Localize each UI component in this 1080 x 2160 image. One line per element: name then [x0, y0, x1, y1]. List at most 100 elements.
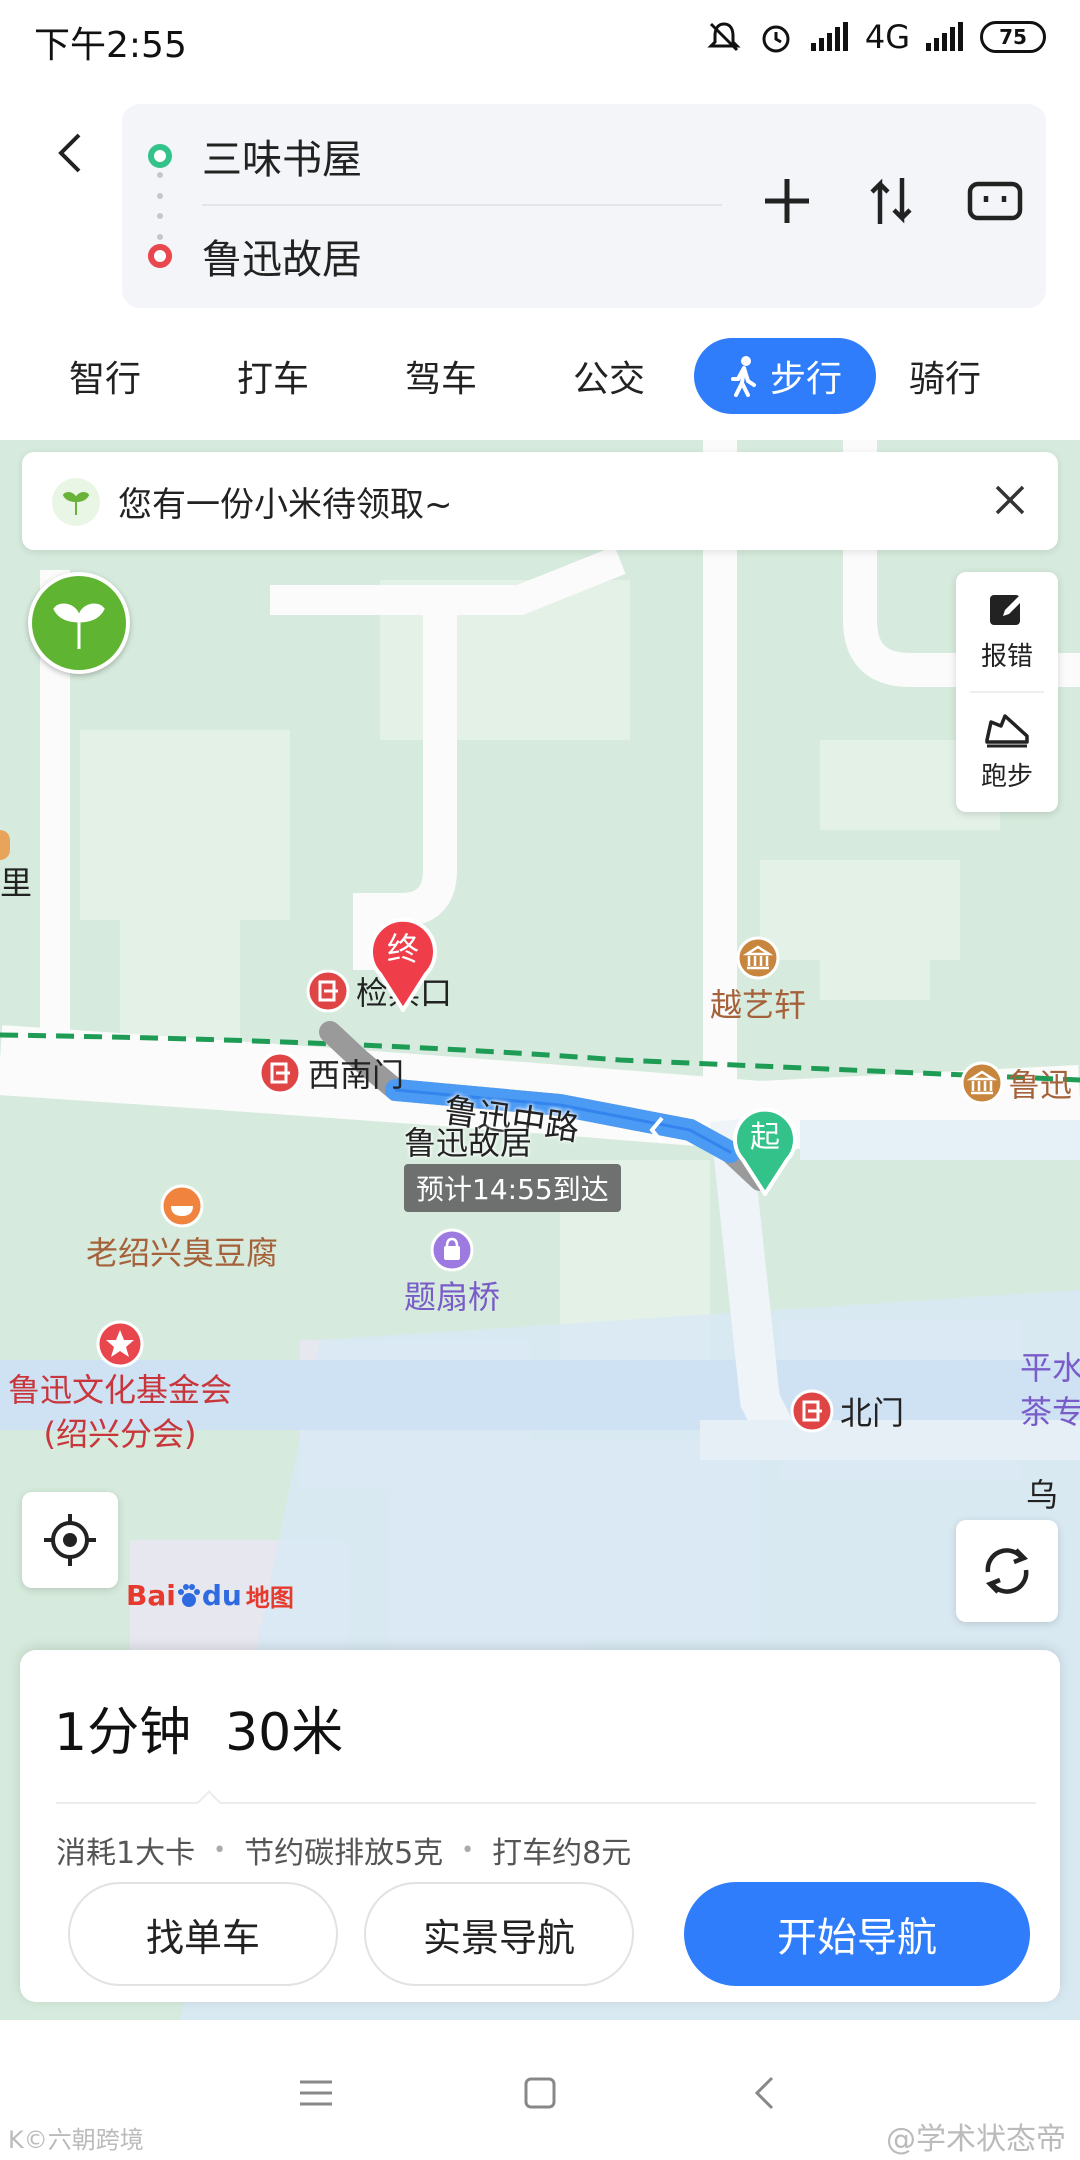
- shoe-icon: [985, 713, 1029, 747]
- poi-wu[interactable]: 乌: [1026, 1470, 1058, 1516]
- run-button[interactable]: 跑步: [956, 692, 1058, 810]
- tab-smart[interactable]: 智行: [40, 338, 170, 414]
- locate-button[interactable]: [22, 1492, 118, 1588]
- start-pin[interactable]: 起: [730, 1100, 800, 1200]
- tab-walk[interactable]: 步行: [694, 338, 876, 414]
- green-sprout-button[interactable]: [28, 572, 130, 674]
- poi-north-gate[interactable]: 北门: [790, 1388, 904, 1434]
- baidu-map-logo: Bai du 地图: [126, 1579, 294, 1612]
- destination-map-label: 鲁迅故居: [404, 1124, 533, 1162]
- route-header: 三味书屋 鲁迅故居 智行 打车 驾车 公交 步行 骑行: [0, 78, 1080, 440]
- crosshair-icon: [44, 1514, 96, 1566]
- gate-icon: [306, 969, 350, 1013]
- poi-luxun-right[interactable]: 鲁迅: [960, 1060, 1072, 1106]
- route-distance: 30米: [225, 1703, 344, 1763]
- back-button[interactable]: [40, 118, 100, 188]
- sprout-icon-large: [53, 603, 105, 649]
- back-arrow-icon: [58, 133, 81, 173]
- menu-icon: [300, 2080, 332, 2106]
- add-waypoint-button[interactable]: [752, 166, 822, 236]
- tab-drive[interactable]: 驾车: [376, 338, 506, 414]
- star-icon: [96, 1320, 144, 1368]
- route-actions: [752, 166, 1030, 236]
- tab-bus[interactable]: 公交: [544, 338, 674, 414]
- start-pin-label: 起: [750, 1120, 780, 1155]
- map-side-tools: 报错 跑步: [956, 572, 1058, 812]
- route-stats: 消耗1大卡 • 节约碳排放5克 • 打车约8元: [56, 1828, 631, 1872]
- eta-label: 预计14:55到达: [404, 1164, 621, 1212]
- poi-li[interactable]: 里: [0, 858, 32, 904]
- route-summary: 1分钟 30米: [54, 1690, 343, 1765]
- back-nav-icon: [754, 2076, 774, 2110]
- promo-text: 您有一份小米待领取~: [118, 484, 453, 525]
- end-pin-label: 终: [386, 930, 419, 968]
- route-summary-card: 1分钟 30米 消耗1大卡 • 节约碳排放5克 • 打车约8元 找单车 实景导航…: [20, 1650, 1060, 2002]
- promo-close-button[interactable]: [984, 474, 1036, 526]
- poi-stinky-tofu[interactable]: 老绍兴臭豆腐: [86, 1184, 278, 1274]
- stats-separator: •: [461, 1837, 475, 1863]
- start-dot-icon: [148, 144, 172, 168]
- walk-icon: [730, 356, 756, 397]
- swap-route-button[interactable]: [856, 166, 926, 236]
- tab-walk-label: 步行: [769, 359, 842, 400]
- report-error-button[interactable]: 报错: [956, 572, 1058, 690]
- more-options-button[interactable]: [960, 166, 1030, 236]
- mute-icon: [707, 22, 741, 52]
- home-nav-button[interactable]: [500, 2058, 580, 2128]
- poi-southwest-gate[interactable]: 西南门: [258, 1050, 404, 1096]
- home-square-icon: [524, 2077, 556, 2109]
- menu-nav-button[interactable]: [276, 2058, 356, 2128]
- edit-icon: [990, 594, 1023, 625]
- card-icon: [967, 181, 1023, 221]
- status-time: 下午2:55: [34, 25, 187, 66]
- battery-icon: 75: [980, 21, 1046, 53]
- start-navigation-button[interactable]: 开始导航: [684, 1882, 1030, 1986]
- taxi-fare-text: 打车约8元: [492, 1836, 632, 1871]
- back-nav-button[interactable]: [724, 2058, 804, 2128]
- watermark-left: K©六朝跨境: [8, 2126, 144, 2154]
- end-location-field[interactable]: 鲁迅故居: [122, 208, 722, 304]
- close-icon: [995, 485, 1025, 515]
- ar-navigation-button[interactable]: 实景导航: [364, 1882, 634, 1986]
- end-pin[interactable]: 终: [366, 912, 440, 1016]
- travel-mode-tabs: 智行 打车 驾车 公交 步行 骑行: [0, 330, 1080, 420]
- report-error-label: 报错: [980, 641, 1033, 672]
- tab-bike[interactable]: 骑行: [880, 338, 1010, 414]
- shopping-icon: [430, 1228, 474, 1272]
- network-label: 4G: [864, 18, 910, 56]
- promo-banner[interactable]: 您有一份小米待领取~: [22, 452, 1058, 550]
- status-icons: 4G 75: [705, 18, 1046, 56]
- action-buttons: 找单车 实景导航 开始导航: [68, 1882, 1030, 1986]
- route-duration: 1分钟: [54, 1703, 192, 1763]
- poi-yueyixuan[interactable]: 越艺轩: [710, 936, 806, 1026]
- card-notch: [196, 1790, 222, 1816]
- calories-text: 消耗1大卡: [56, 1836, 196, 1871]
- plus-icon: [765, 179, 809, 223]
- museum-icon: [736, 936, 780, 980]
- poi-tishanqiao[interactable]: 题扇桥: [404, 1228, 500, 1318]
- gate-icon: [790, 1389, 834, 1433]
- refresh-route-button[interactable]: [956, 1520, 1058, 1622]
- poi-pingshui-tea[interactable]: 平水 茶专: [1020, 1346, 1080, 1434]
- gate-icon: [258, 1051, 302, 1095]
- museum-icon: [960, 1061, 1004, 1105]
- carbon-text: 节约碳排放5克: [244, 1836, 444, 1871]
- signal-icon-2: [926, 22, 963, 51]
- watermark-right: @学术状态帝: [886, 2122, 1066, 2157]
- tab-taxi[interactable]: 打车: [208, 338, 338, 414]
- start-location-field[interactable]: 三味书屋: [122, 108, 722, 204]
- refresh-icon: [985, 1548, 1029, 1594]
- route-divider: [202, 204, 722, 206]
- start-location-text: 三味书屋: [202, 137, 362, 183]
- find-bike-button[interactable]: 找单车: [68, 1882, 338, 1986]
- swap-icon: [870, 178, 912, 224]
- paw-icon: [177, 1583, 200, 1607]
- route-input-box: 三味书屋 鲁迅故居: [122, 104, 1046, 308]
- status-bar: 下午2:55 4G 75: [0, 0, 1080, 78]
- signal-icon: [810, 22, 848, 51]
- sprout-icon: [52, 478, 100, 526]
- food-icon: [160, 1184, 204, 1228]
- poi-luxun-foundation[interactable]: 鲁迅文化基金会 (绍兴分会): [8, 1320, 232, 1456]
- stats-separator: •: [213, 1837, 227, 1863]
- end-dot-icon: [148, 244, 172, 268]
